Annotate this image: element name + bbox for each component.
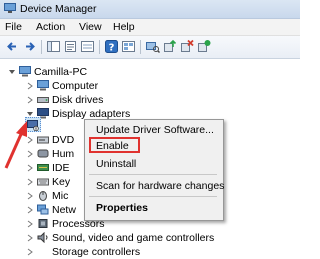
scan-hardware-icon[interactable]	[145, 39, 160, 54]
tree-item-sound[interactable]: Sound, video and game controllers	[0, 231, 300, 245]
svg-text:?: ?	[109, 43, 115, 54]
toolbar-separator	[140, 40, 141, 54]
console-tree-icon[interactable]	[46, 39, 61, 54]
tree-item-label: Storage controllers	[52, 246, 141, 258]
back-icon[interactable]	[5, 39, 20, 54]
expand-icon[interactable]	[26, 96, 34, 104]
device-manager-icon	[4, 3, 16, 13]
toolbar: ?	[0, 36, 300, 59]
expand-icon[interactable]	[26, 164, 34, 172]
menu-help[interactable]: Help	[113, 21, 135, 33]
forward-icon[interactable]	[22, 39, 37, 54]
uninstall-icon[interactable]	[179, 39, 194, 54]
expand-icon[interactable]	[26, 234, 34, 242]
expand-icon[interactable]	[26, 248, 34, 256]
computer-icon	[37, 80, 49, 91]
menu-bar: File Action View Help	[0, 19, 300, 36]
expand-icon[interactable]	[26, 206, 34, 214]
tree-item-disabled-adapter[interactable]	[0, 119, 80, 133]
tree-item-network[interactable]: Netw	[0, 203, 84, 217]
menu-item-enable[interactable]: Enable	[96, 140, 129, 152]
menu-file[interactable]: File	[5, 21, 22, 33]
tree-item-mice[interactable]: Mic	[0, 189, 84, 203]
human-interface-icon	[37, 149, 49, 158]
tree-root[interactable]: Camilla-PC	[0, 65, 300, 79]
properties-icon[interactable]	[63, 39, 78, 54]
tree-item-label: Hum	[52, 148, 75, 160]
expand-icon[interactable]	[26, 82, 34, 90]
toolbar-separator	[41, 40, 42, 54]
tree-item-label: DVD	[52, 134, 75, 146]
disabled-display-adapter-icon	[27, 120, 39, 131]
menu-item-update-driver[interactable]: Update Driver Software...	[96, 124, 214, 136]
tree-item-computer[interactable]: Computer	[0, 79, 300, 93]
processor-icon	[38, 219, 48, 228]
tree-root-label: Camilla-PC	[34, 66, 88, 78]
computer-icon	[19, 66, 31, 77]
tree-item-label: IDE	[52, 162, 70, 174]
enable-device-icon[interactable]	[196, 39, 211, 54]
menu-item-uninstall[interactable]: Uninstall	[96, 158, 136, 170]
tree-item-storage[interactable]: Storage controllers	[0, 245, 300, 259]
title-bar: Device Manager	[0, 0, 300, 19]
tree-item-human-interface[interactable]: Hum	[0, 147, 84, 161]
tree-item-dvd[interactable]: DVD	[0, 133, 84, 147]
tree-item-label: Key	[52, 176, 71, 188]
expand-icon[interactable]	[26, 220, 34, 228]
sound-icon	[37, 232, 48, 243]
tree-item-disk-drives[interactable]: Disk drives	[0, 93, 300, 107]
menu-item-properties[interactable]: Properties	[96, 202, 148, 214]
menu-view[interactable]: View	[79, 21, 102, 33]
tree-item-ide[interactable]: IDE	[0, 161, 84, 175]
tree-item-label: Netw	[52, 204, 76, 216]
window-title: Device Manager	[20, 3, 97, 15]
keyboard-icon	[37, 178, 49, 186]
expand-icon[interactable]	[26, 150, 34, 158]
list-view-icon[interactable]	[80, 39, 95, 54]
expand-icon[interactable]	[26, 192, 34, 200]
mouse-icon	[39, 191, 47, 201]
menu-item-scan[interactable]: Scan for hardware changes	[96, 180, 224, 192]
context-menu: Update Driver Software... Enable Uninsta…	[84, 119, 224, 221]
collapse-icon[interactable]	[8, 68, 16, 76]
help-icon[interactable]: ?	[104, 39, 119, 54]
tree-item-label: Disk drives	[52, 94, 104, 106]
tree-item-label: Sound, video and game controllers	[52, 232, 215, 244]
ide-controller-icon	[37, 164, 49, 171]
tree-item-label: Computer	[52, 80, 99, 92]
expand-icon[interactable]	[26, 136, 34, 144]
update-driver-icon[interactable]	[162, 39, 177, 54]
toolbar-separator	[99, 40, 100, 54]
expand-icon[interactable]	[26, 178, 34, 186]
tree-item-label: Mic	[52, 190, 69, 202]
device-grid-icon[interactable]	[121, 39, 136, 54]
dvd-drive-icon	[37, 136, 49, 144]
menu-separator	[89, 196, 217, 197]
disk-drive-icon	[37, 97, 49, 103]
menu-action[interactable]: Action	[36, 21, 65, 33]
network-adapter-icon	[37, 204, 49, 215]
menu-separator	[89, 174, 217, 175]
tree-item-keyboards[interactable]: Key	[0, 175, 84, 189]
